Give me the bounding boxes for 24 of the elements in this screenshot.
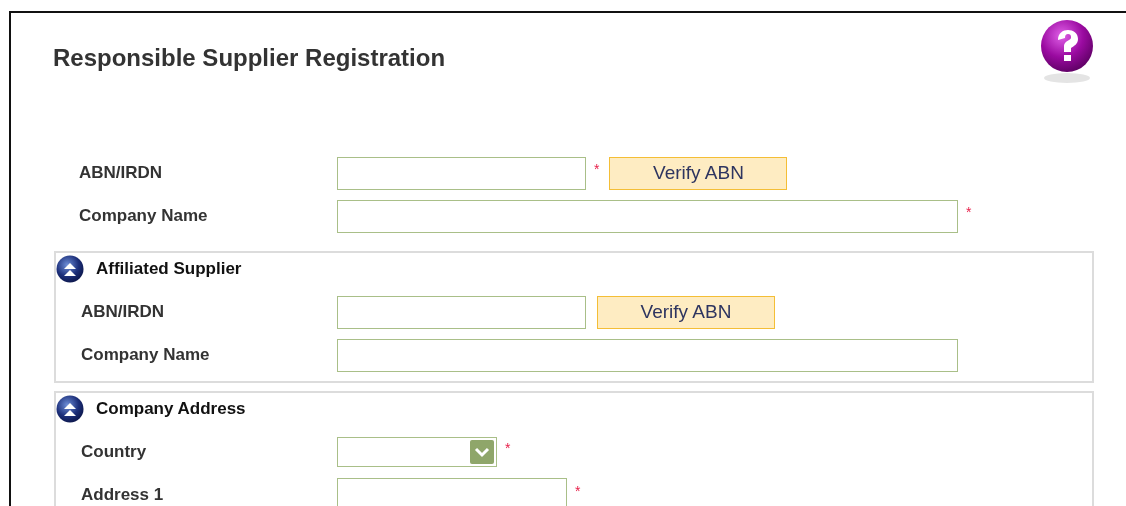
country-dropdown[interactable]: [337, 437, 497, 467]
field-label: Country: [81, 442, 148, 462]
required-mark: *: [505, 440, 511, 456]
page-title: Responsible Supplier Registration: [53, 44, 446, 72]
text-field[interactable]: [337, 478, 567, 506]
collapse-icon[interactable]: [56, 255, 84, 283]
field-label: Company Name: [81, 345, 211, 365]
required-mark: *: [575, 483, 581, 499]
field-label: Company Name: [79, 206, 209, 226]
section-title: Company Address: [96, 399, 246, 419]
verify-button[interactable]: Verify ABN: [609, 156, 788, 190]
text-field[interactable]: [337, 156, 586, 190]
field-label: ABN/IRDN: [81, 302, 166, 322]
help-icon[interactable]: [1040, 20, 1094, 84]
required-mark: *: [594, 161, 600, 177]
text-field[interactable]: [337, 338, 958, 372]
collapse-icon[interactable]: [56, 395, 84, 423]
text-field[interactable]: [337, 295, 586, 329]
field-label: Address 1: [81, 485, 165, 505]
verify-button[interactable]: Verify ABN: [597, 295, 775, 329]
required-mark: *: [966, 204, 972, 220]
section-title: Affiliated Supplier: [96, 259, 242, 279]
field-label: ABN/IRDN: [79, 163, 164, 183]
text-field[interactable]: [337, 199, 958, 233]
